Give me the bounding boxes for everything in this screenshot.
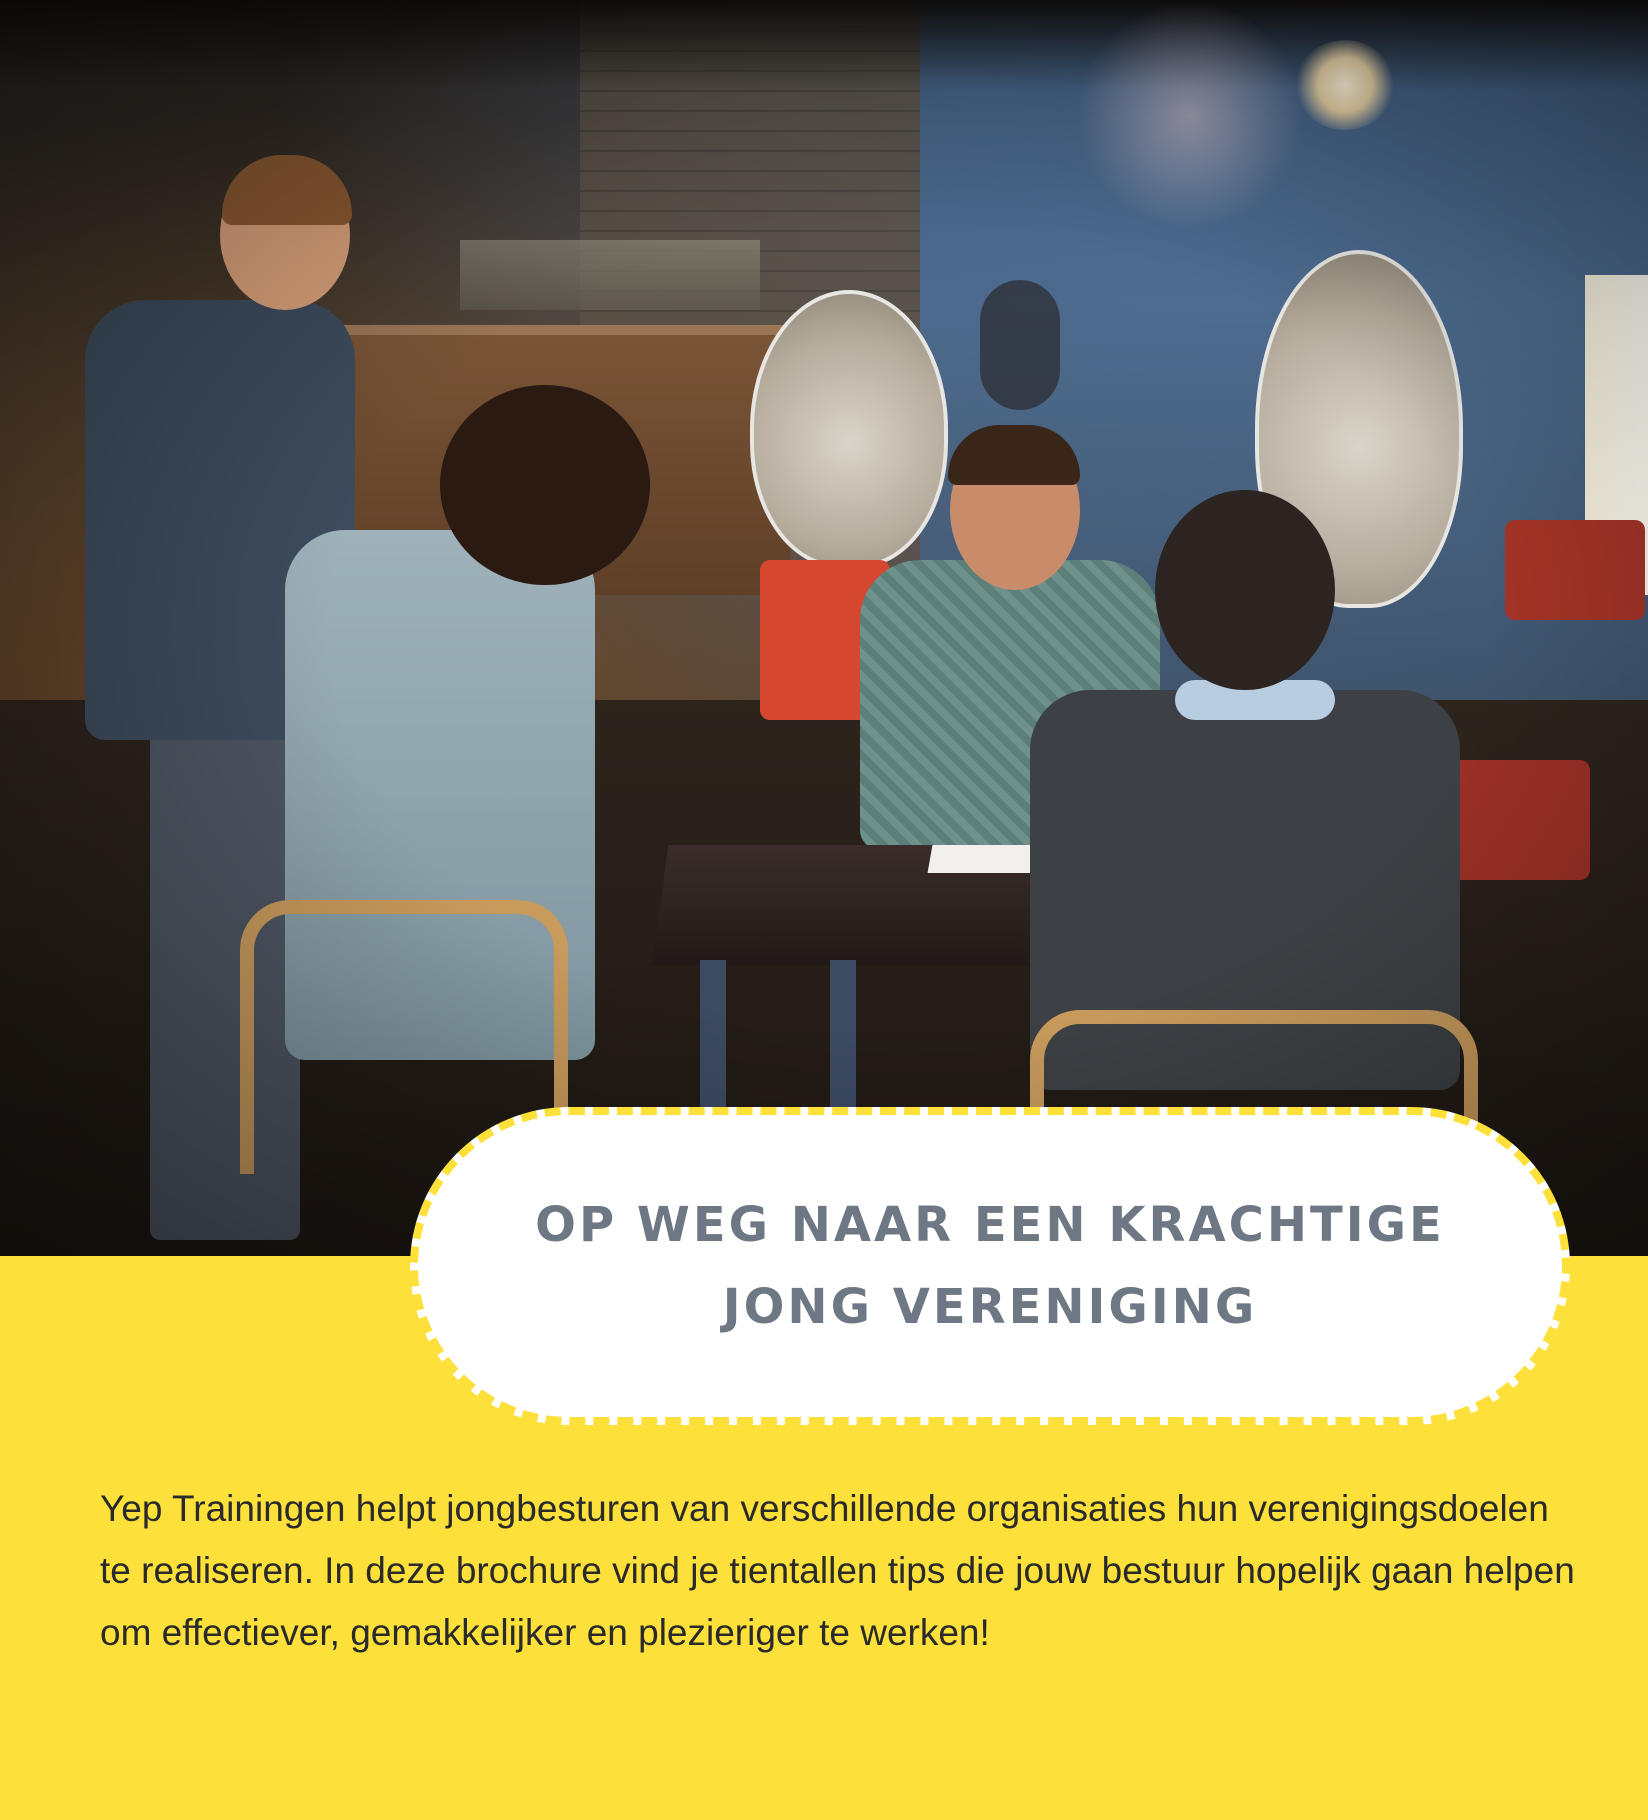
page-title: OP WEG NAAR EEN KRACHTIGE JONG VERENIGIN… bbox=[535, 1197, 1445, 1335]
title-pill: OP WEG NAAR EEN KRACHTIGE JONG VERENIGIN… bbox=[410, 1107, 1570, 1425]
hero-photo bbox=[0, 0, 1648, 1256]
intro-paragraph: Yep Trainingen helpt jongbesturen van ve… bbox=[100, 1488, 1575, 1653]
brochure-page: OP WEG NAAR EEN KRACHTIGE JONG VERENIGIN… bbox=[0, 0, 1648, 1820]
photo-vignette bbox=[0, 0, 1648, 1256]
